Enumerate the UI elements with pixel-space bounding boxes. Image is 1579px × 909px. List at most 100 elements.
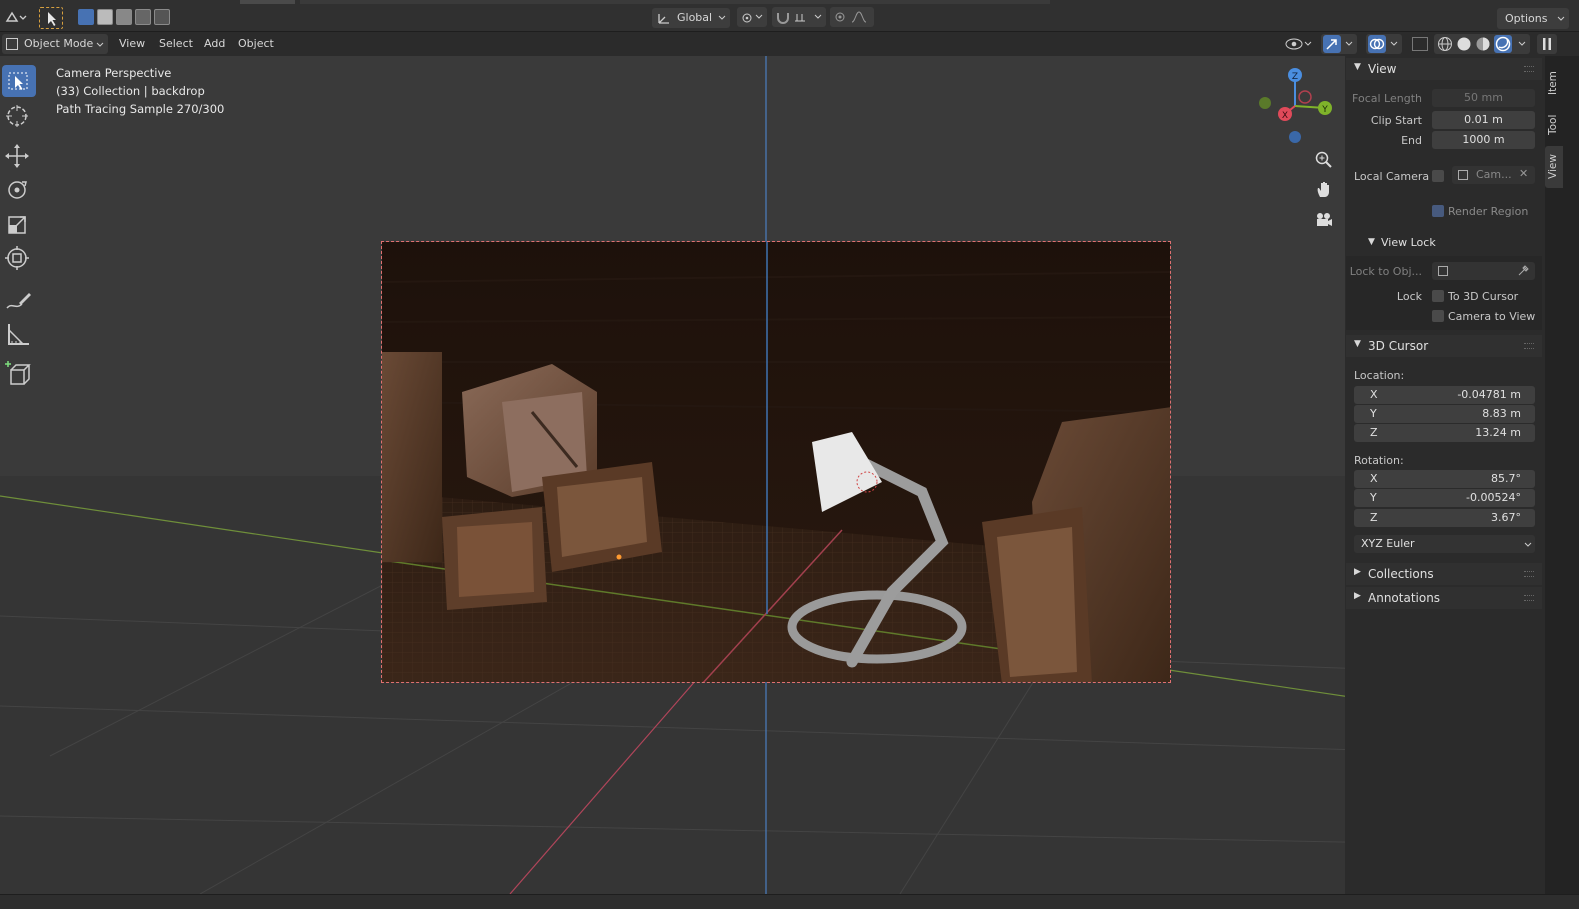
select-box-icon (8, 72, 28, 90)
render-region-checkbox[interactable] (1432, 205, 1444, 217)
proportional-editing-toggle[interactable] (830, 7, 874, 27)
select-mode-intersect-icon[interactable] (154, 9, 170, 25)
lock-to-object-field[interactable] (1432, 262, 1535, 280)
local-camera-checkbox[interactable] (1432, 170, 1444, 182)
tool-scale[interactable] (2, 208, 36, 240)
drag-grip-icon[interactable] (1524, 343, 1534, 349)
select-tool-icon[interactable] (39, 7, 63, 29)
select-mode-new-icon[interactable] (78, 9, 94, 25)
editor-type-icon[interactable] (4, 9, 28, 25)
pivot-point-dropdown[interactable] (737, 7, 767, 27)
cursor-icon (6, 105, 28, 127)
drag-grip-icon[interactable] (1524, 595, 1534, 601)
clip-start-field[interactable]: 0.01 m (1432, 111, 1535, 129)
view-panel-header[interactable]: ▼ View (1346, 58, 1542, 80)
tab-tool[interactable]: Tool (1545, 104, 1563, 146)
axis-label: X (1370, 388, 1378, 401)
transform-orientation-dropdown[interactable]: Global (652, 8, 730, 28)
options-dropdown[interactable]: Options (1497, 8, 1569, 29)
collections-panel-header[interactable]: ▶ Collections (1346, 563, 1542, 585)
render-region-label: Render Region (1448, 205, 1529, 218)
focal-length-field[interactable]: 50 mm (1432, 89, 1535, 107)
chevron-down-icon (718, 15, 726, 20)
menu-object[interactable]: Object (238, 37, 274, 50)
chevron-down-icon (1518, 41, 1526, 46)
rendered-shading-icon[interactable] (1494, 35, 1512, 53)
select-mode-subtract-icon[interactable] (116, 9, 132, 25)
tool-move[interactable] (2, 140, 36, 172)
3d-viewport[interactable]: Z Y X (0, 56, 1545, 894)
xray-toggle-icon[interactable] (1412, 37, 1428, 51)
viewport-pause-toggle[interactable] (1537, 34, 1557, 54)
axis-label: Z (1370, 426, 1378, 439)
tool-rotate[interactable] (2, 174, 36, 206)
rotation-mode-dropdown[interactable]: XYZ Euler (1354, 535, 1535, 553)
tab-item[interactable]: Item (1545, 60, 1563, 106)
tool-annotate[interactable] (2, 284, 36, 316)
gizmo-neg-y-icon[interactable] (1259, 97, 1271, 109)
tool-select-box[interactable] (2, 65, 36, 97)
clear-x-icon[interactable]: ✕ (1519, 167, 1528, 180)
material-shading-icon[interactable] (1475, 36, 1491, 52)
tool-measure[interactable] (2, 318, 36, 350)
lock-to-3d-cursor-checkbox[interactable] (1432, 290, 1444, 302)
eyedropper-icon[interactable] (1516, 264, 1530, 278)
rotate-icon (8, 181, 27, 199)
hand-pan-icon[interactable] (1314, 180, 1334, 200)
gizmo-z-label: Z (1292, 72, 1298, 82)
clip-start-value: 0.01 m (1464, 113, 1503, 126)
3d-cursor-panel-header[interactable]: ▼ 3D Cursor (1346, 335, 1542, 357)
menu-add[interactable]: Add (204, 37, 225, 50)
drag-grip-icon[interactable] (1524, 571, 1534, 577)
annotations-panel-header[interactable]: ▶ Annotations (1346, 587, 1542, 609)
sidebar-tab-strip: Item Tool View (1545, 56, 1579, 894)
viewport-info-line-1: Camera Perspective (56, 66, 172, 80)
cursor-rotation-y-field[interactable]: Y -0.00524° (1354, 489, 1535, 507)
panel-expanded-icon: ▼ (1354, 339, 1361, 349)
axis-label: Z (1370, 511, 1378, 524)
cursor-location-x-field[interactable]: X -0.04781 m (1354, 386, 1535, 404)
select-mode-invert-icon[interactable] (135, 9, 151, 25)
drag-grip-icon[interactable] (1524, 66, 1534, 72)
local-camera-object-field[interactable]: Cam... ✕ (1452, 166, 1535, 184)
move-icon (5, 144, 29, 168)
rendered-scene-image (382, 242, 1170, 682)
panel-collapsed-icon: ▶ (1354, 591, 1361, 601)
snap-magnet-icon (777, 13, 822, 24)
object-visibility-dropdown[interactable] (1284, 35, 1314, 53)
wireframe-shading-icon[interactable] (1437, 36, 1453, 52)
tab-view[interactable]: View (1545, 146, 1563, 188)
panel-expanded-icon: ▼ (1354, 62, 1361, 72)
select-mode-extend-icon[interactable] (97, 9, 113, 25)
cursor-location-y-field[interactable]: Y 8.83 m (1354, 405, 1535, 423)
menu-select[interactable]: Select (159, 37, 193, 50)
tool-cursor[interactable] (2, 100, 36, 132)
camera-to-view-checkbox[interactable] (1432, 310, 1444, 322)
view-lock-expanded-icon[interactable]: ▼ (1368, 237, 1375, 247)
snapping-dropdown[interactable] (772, 7, 826, 27)
top-header-bar: Global Options (0, 0, 1579, 32)
cursor-rotation-x-field[interactable]: X 85.7° (1354, 470, 1535, 488)
clip-end-field[interactable]: 1000 m (1432, 131, 1535, 149)
gizmo-neg-x-icon[interactable] (1298, 90, 1312, 104)
zoom-icon[interactable] (1314, 150, 1334, 170)
viewport-info-line-2: (33) Collection | backdrop (56, 84, 205, 98)
view-lock-title[interactable]: View Lock (1381, 236, 1436, 249)
overlays-icon (1368, 35, 1386, 53)
tool-add-cube[interactable] (2, 358, 36, 390)
tool-transform[interactable] (2, 242, 36, 274)
solid-shading-icon[interactable] (1456, 36, 1472, 52)
gizmo-toggle[interactable] (1321, 34, 1357, 54)
workspace-tabs-strip[interactable] (300, 0, 1050, 4)
cursor-location-z-field[interactable]: Z 13.24 m (1354, 424, 1535, 442)
overlays-toggle[interactable] (1366, 34, 1402, 54)
workspace-tab-active[interactable] (240, 0, 295, 4)
navigation-gizmo[interactable]: Z Y X (1255, 66, 1337, 148)
interaction-mode-dropdown[interactable]: Object Mode (2, 34, 108, 54)
camera-view-icon[interactable] (1314, 210, 1334, 230)
annotate-pencil-icon (6, 293, 31, 309)
menu-view[interactable]: View (119, 37, 145, 50)
gizmo-neg-z-icon[interactable] (1289, 131, 1301, 143)
cursor-rotation-z-field[interactable]: Z 3.67° (1354, 509, 1535, 527)
tool-shelf (0, 60, 38, 396)
